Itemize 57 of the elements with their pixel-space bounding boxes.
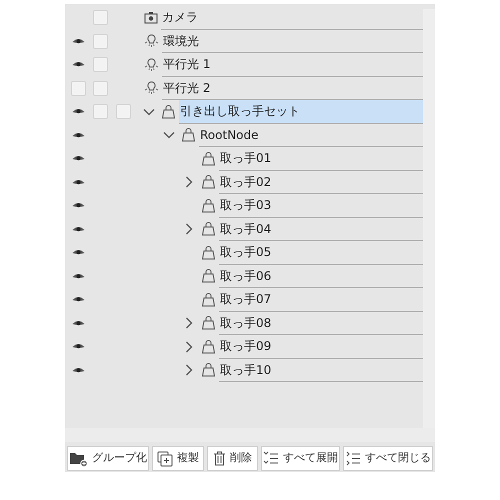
toolbar-button[interactable]: 複製 — [152, 446, 204, 471]
light-bulb-icon — [144, 58, 159, 72]
light-bulb-icon — [144, 34, 159, 48]
eye-icon[interactable] — [72, 366, 84, 375]
visibility-checkbox[interactable] — [70, 80, 86, 96]
bag-icon — [201, 363, 216, 378]
eye-icon[interactable] — [72, 178, 84, 187]
eye-icon[interactable] — [72, 60, 84, 70]
lock-checkbox[interactable] — [93, 57, 108, 72]
lock-checkbox[interactable] — [93, 104, 108, 120]
eye-icon[interactable] — [72, 130, 84, 140]
eye-icon[interactable] — [72, 248, 84, 258]
chevron-right-icon[interactable] — [183, 176, 195, 188]
bag-icon — [201, 175, 216, 190]
collapse-list-icon — [345, 451, 361, 466]
tree-item[interactable]: RootNode — [199, 124, 423, 147]
bag-icon — [201, 292, 216, 307]
tree-item[interactable]: 環境光 — [162, 30, 423, 53]
toolbar-button[interactable]: すべて閉じる — [343, 446, 433, 471]
toolbar-button[interactable]: グループ化 — [67, 446, 149, 471]
bag-icon — [201, 152, 216, 166]
eye-icon[interactable] — [72, 224, 84, 234]
chevron-right-icon[interactable] — [183, 317, 195, 330]
trash-icon — [212, 451, 226, 466]
eye-icon[interactable] — [72, 107, 84, 116]
bag-icon — [201, 198, 216, 213]
eye-icon[interactable] — [72, 154, 84, 164]
chevron-right-icon[interactable] — [183, 223, 195, 236]
tree-item[interactable]: 平行光 1 — [162, 53, 423, 76]
bag-icon — [201, 340, 216, 354]
option-checkbox[interactable] — [116, 104, 131, 120]
eye-icon[interactable] — [72, 342, 84, 352]
toolbar-button[interactable]: 削除 — [206, 446, 258, 471]
bag-icon — [201, 246, 216, 260]
light-bulb-icon — [144, 81, 159, 96]
expand-list-icon — [263, 451, 279, 466]
lock-checkbox[interactable] — [93, 10, 108, 26]
bag-icon — [201, 222, 216, 236]
lock-checkbox[interactable] — [93, 80, 108, 96]
eye-icon[interactable] — [72, 36, 84, 46]
camera-icon — [144, 11, 158, 24]
bag-icon — [181, 128, 196, 142]
tree-item[interactable]: 引き出し取っ手セット — [179, 100, 423, 124]
tree-item[interactable]: カメラ — [161, 6, 423, 30]
chevron-right-icon[interactable] — [183, 340, 195, 353]
bag-icon — [161, 104, 176, 119]
duplicate-icon — [156, 450, 173, 466]
eye-icon[interactable] — [72, 272, 84, 281]
bag-icon — [201, 316, 216, 330]
bag-icon — [201, 269, 216, 284]
toolbar-button[interactable]: すべて展開 — [261, 446, 340, 471]
eye-icon[interactable] — [72, 318, 84, 328]
chevron-right-icon[interactable] — [183, 364, 195, 376]
eye-icon[interactable] — [72, 201, 84, 210]
folder-plus-icon — [69, 450, 88, 466]
eye-icon[interactable] — [72, 295, 84, 304]
lock-checkbox[interactable] — [93, 34, 108, 49]
